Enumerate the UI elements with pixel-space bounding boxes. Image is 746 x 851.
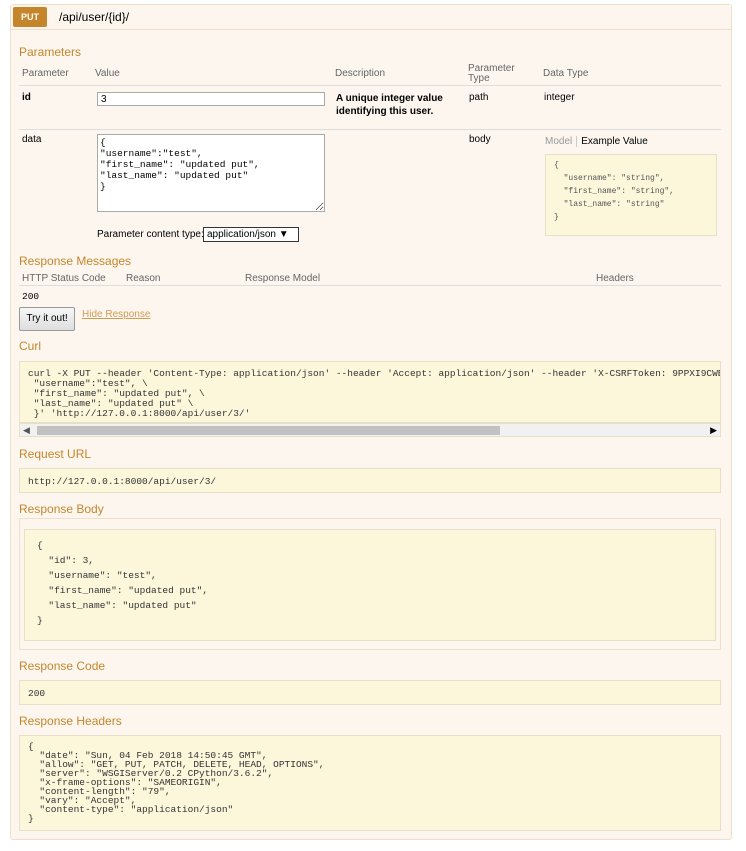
- status-code-200: 200: [22, 291, 40, 302]
- th-description: Description: [335, 68, 386, 79]
- param-id-input[interactable]: [97, 92, 325, 106]
- param-id-type: path: [469, 92, 489, 103]
- request-url-value: http://127.0.0.1:8000/api/user/3/: [19, 468, 721, 493]
- th-data-type: Data Type: [543, 68, 589, 79]
- th-parameter: Parameter: [22, 68, 69, 79]
- th-parameter-type: Parameter Type: [468, 63, 515, 84]
- curl-command: curl -X PUT --header 'Content-Type: appl…: [19, 361, 721, 423]
- response-headers-title: Response Headers: [19, 714, 122, 728]
- content-type-select[interactable]: application/json ▼: [203, 227, 299, 242]
- response-body-container: { "id": 3, "username": "test", "first_na…: [19, 518, 721, 650]
- scroll-right-icon[interactable]: ▶: [710, 425, 717, 436]
- divider: [19, 129, 721, 130]
- param-name-id: id: [22, 92, 31, 103]
- tab-example-value[interactable]: Example Value: [576, 136, 648, 147]
- horizontal-scrollbar[interactable]: ◀ ▶: [19, 423, 721, 437]
- response-code-value: 200: [19, 680, 721, 705]
- th-headers: Headers: [596, 273, 634, 284]
- request-url-title: Request URL: [19, 447, 92, 461]
- divider: [19, 285, 721, 286]
- example-value-box[interactable]: { "username": "string", "first_name": "s…: [545, 154, 717, 236]
- response-body-title: Response Body: [19, 502, 104, 516]
- tab-model[interactable]: Model: [545, 136, 572, 147]
- param-data-textarea[interactable]: { "username":"test", "first_name": "upda…: [97, 134, 325, 212]
- param-data-type: body: [469, 134, 491, 145]
- divider: [19, 85, 721, 86]
- scrollbar-thumb[interactable]: [37, 426, 500, 435]
- param-id-data-type: integer: [544, 92, 575, 103]
- operation-path[interactable]: /api/user/{id}/: [59, 10, 129, 24]
- th-response-model: Response Model: [245, 273, 321, 284]
- operation-header[interactable]: PUT /api/user/{id}/: [11, 5, 731, 30]
- param-name-data: data: [22, 134, 42, 145]
- scroll-left-icon[interactable]: ◀: [23, 425, 30, 436]
- try-it-out-button[interactable]: Try it out!: [19, 307, 75, 331]
- curl-title: Curl: [19, 339, 42, 353]
- response-body-value: { "id": 3, "username": "test", "first_na…: [24, 529, 716, 641]
- content-type-label: Parameter content type:: [97, 229, 204, 240]
- operation-panel: PUT /api/user/{id}/ Parameters Parameter…: [10, 4, 732, 840]
- response-messages-title: Response Messages: [19, 254, 132, 268]
- http-method-badge[interactable]: PUT: [13, 7, 47, 27]
- parameters-title: Parameters: [19, 45, 82, 59]
- th-reason: Reason: [126, 273, 161, 284]
- th-status-code: HTTP Status Code: [22, 273, 106, 284]
- th-value: Value: [95, 68, 120, 79]
- response-headers-value: { "date": "Sun, 04 Feb 2018 14:50:45 GMT…: [19, 735, 721, 831]
- model-tabs: Model Example Value: [545, 136, 648, 147]
- response-code-title: Response Code: [19, 659, 106, 673]
- param-id-description: A unique integer value identifying this …: [336, 93, 443, 117]
- hide-response-link[interactable]: Hide Response: [82, 309, 150, 320]
